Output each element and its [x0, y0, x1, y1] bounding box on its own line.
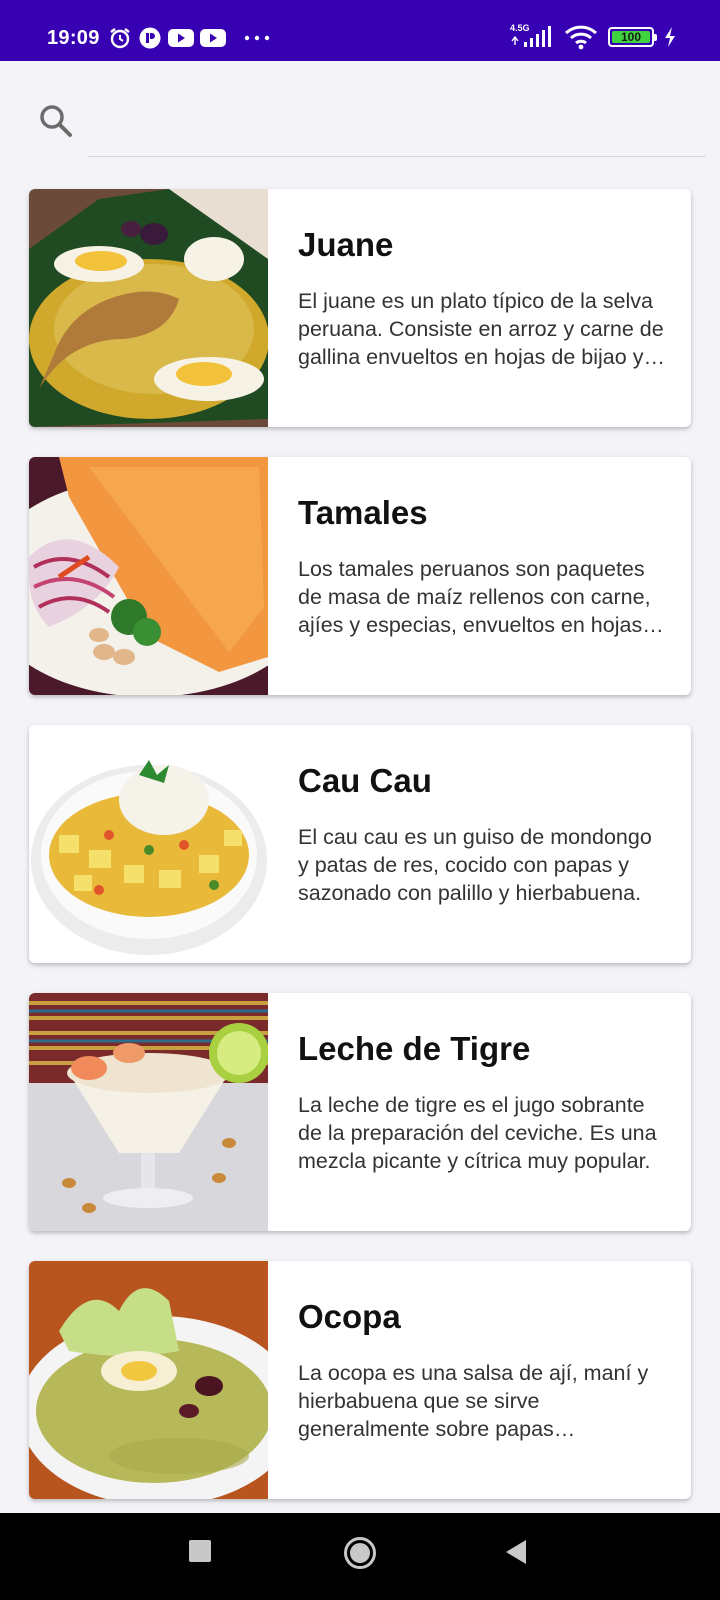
status-right: 4.5G 100	[510, 23, 676, 50]
dish-card-body: Cau Cau El cau cau es un guiso de mondon…	[268, 725, 691, 963]
dish-image-leche-de-tigre	[29, 993, 268, 1231]
dish-image-tamales	[29, 457, 268, 695]
more-icon	[244, 34, 270, 42]
status-bar: 19:09 4.5G 100	[0, 0, 720, 61]
alarm-icon	[108, 26, 132, 50]
search-input[interactable]	[88, 97, 706, 157]
dish-title: Ocopa	[298, 1298, 401, 1335]
signal-icon: 4.5G	[510, 23, 554, 49]
dish-list: Juane El juane es un plato típico de la …	[29, 189, 691, 1529]
wifi-icon	[564, 24, 598, 50]
battery-level: 100	[612, 30, 650, 44]
dish-card-ocopa[interactable]: Ocopa La ocopa es una salsa de ají, maní…	[29, 1261, 691, 1499]
dish-card-body: Leche de Tigre La leche de tigre es el j…	[268, 993, 691, 1231]
dish-image-cau-cau	[29, 725, 268, 963]
dish-description: El cau cau es un guiso de mondongo y pat…	[298, 825, 652, 905]
back-button[interactable]	[504, 1539, 528, 1565]
search-icon[interactable]	[38, 103, 74, 144]
dish-card-juane[interactable]: Juane El juane es un plato típico de la …	[29, 189, 691, 427]
dish-card-body: Tamales Los tamales peruanos son paquete…	[268, 457, 691, 695]
dish-image-ocopa	[29, 1261, 268, 1499]
charging-icon	[664, 27, 676, 47]
dish-card-cau-cau[interactable]: Cau Cau El cau cau es un guiso de mondon…	[29, 725, 691, 963]
status-time: 19:09	[47, 26, 100, 49]
navigation-bar	[0, 1513, 720, 1600]
dish-description: La leche de tigre es el jugo sobrante de…	[298, 1093, 657, 1173]
youtube-icon	[167, 28, 194, 48]
dish-image-juane	[29, 189, 268, 427]
dish-description: Los tamales peruanos son paquetes de mas…	[298, 557, 651, 637]
dish-description: El juane es un plato típico de la selva …	[298, 289, 664, 369]
dish-title: Leche de Tigre	[298, 1030, 531, 1067]
dish-description: La ocopa es una salsa de ají, maní y hie…	[298, 1361, 649, 1441]
home-button[interactable]	[343, 1536, 377, 1570]
dish-card-tamales[interactable]: Tamales Los tamales peruanos son paquete…	[29, 457, 691, 695]
dish-title: Juane	[298, 226, 394, 263]
dish-card-body: Juane El juane es un plato típico de la …	[268, 189, 691, 427]
app-notification-icon	[138, 26, 162, 50]
youtube-icon	[199, 28, 226, 48]
recents-button[interactable]	[188, 1539, 212, 1563]
dish-card-leche-de-tigre[interactable]: Leche de Tigre La leche de tigre es el j…	[29, 993, 691, 1231]
status-left: 19:09	[47, 26, 270, 50]
battery-icon: 100	[608, 27, 657, 47]
dish-title: Cau Cau	[298, 762, 432, 799]
dish-card-body: Ocopa La ocopa es una salsa de ají, maní…	[268, 1261, 691, 1499]
dish-title: Tamales	[298, 494, 428, 531]
search-bar	[0, 61, 720, 161]
